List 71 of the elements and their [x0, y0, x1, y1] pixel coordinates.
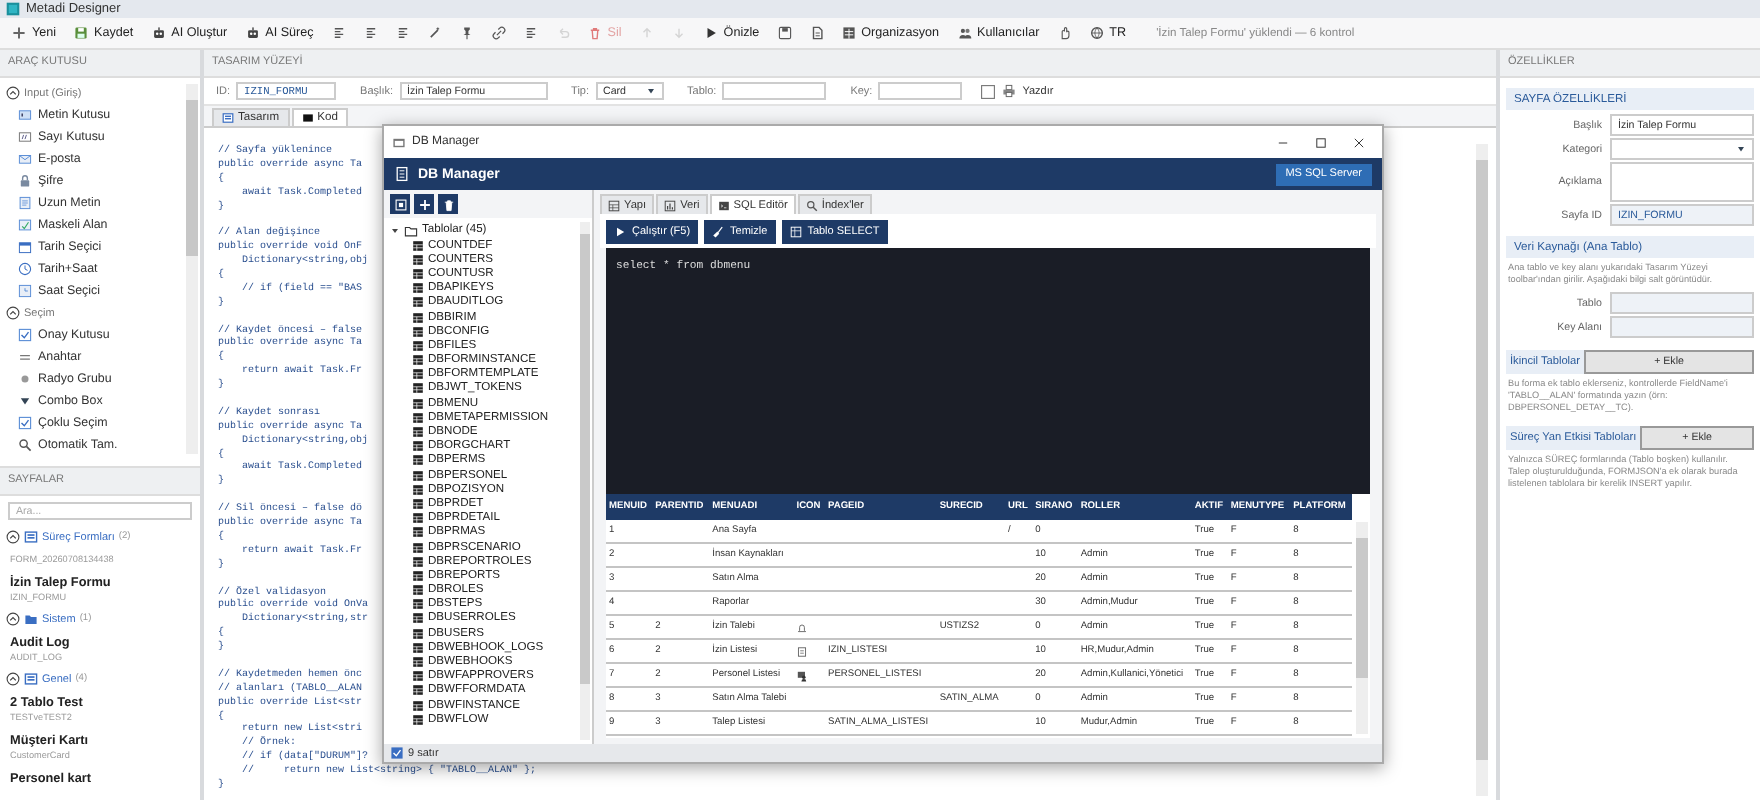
search-icon — [805, 199, 818, 211]
pin-icon[interactable] — [459, 26, 474, 40]
plus-icon — [12, 26, 26, 40]
plus-icon[interactable] — [417, 197, 431, 211]
clock-icon — [18, 262, 32, 276]
form-icon — [24, 530, 38, 544]
caret-icon[interactable] — [390, 225, 400, 235]
terminal-icon — [717, 199, 730, 211]
globe-icon — [1089, 26, 1104, 40]
list-icon — [394, 166, 410, 182]
printer-icon — [1002, 84, 1017, 98]
input-field[interactable] — [1610, 162, 1754, 202]
switch-icon — [18, 350, 32, 364]
hand-icon[interactable] — [1057, 26, 1072, 40]
link-icon[interactable] — [491, 26, 506, 40]
chart-icon — [664, 199, 677, 211]
checkbox-icon — [18, 328, 32, 342]
brush-icon — [712, 226, 725, 238]
lines-icon[interactable] — [331, 26, 346, 40]
square-icon[interactable] — [393, 197, 407, 211]
maximize-icon[interactable] — [1314, 135, 1328, 149]
radio-dot-icon — [18, 372, 32, 386]
input-field[interactable] — [878, 82, 963, 100]
envelope-icon — [18, 152, 32, 166]
table-icon — [608, 199, 620, 211]
calendar-icon — [18, 240, 32, 254]
grid-icon — [789, 226, 802, 238]
trash-icon[interactable] — [441, 197, 455, 211]
number-field-icon — [18, 130, 32, 144]
masked-field-icon — [18, 218, 32, 232]
search-icon — [18, 438, 32, 452]
window-icon — [392, 135, 406, 149]
folder-icon — [404, 223, 418, 237]
lines-icon[interactable] — [395, 26, 410, 40]
lock-icon — [18, 174, 32, 188]
lines-icon[interactable] — [363, 26, 378, 40]
logo-icon — [6, 2, 20, 16]
scrollbar[interactable] — [580, 222, 590, 740]
play-icon — [614, 226, 626, 238]
checkbox-icon — [18, 416, 32, 430]
input-field[interactable] — [722, 82, 827, 100]
scrollbar[interactable] — [1476, 144, 1488, 796]
text-field-icon — [18, 108, 32, 122]
scrollbar[interactable] — [1356, 522, 1368, 734]
org-chart-icon — [841, 26, 856, 40]
trash-icon — [587, 26, 602, 40]
triangle-icon — [645, 86, 656, 96]
folder-icon — [24, 612, 38, 626]
monitor-icon — [301, 112, 314, 124]
triangle-icon — [1736, 144, 1746, 154]
lines-icon[interactable] — [523, 26, 538, 40]
collapse-icon[interactable] — [6, 530, 20, 544]
scrollbar[interactable] — [186, 84, 198, 454]
collapse-icon[interactable] — [6, 306, 20, 320]
triangle-icon — [18, 394, 32, 408]
users-icon — [957, 26, 972, 40]
play-icon — [703, 26, 718, 40]
collapse-icon[interactable] — [6, 612, 20, 626]
input-field[interactable] — [1610, 292, 1754, 314]
close-icon[interactable] — [1352, 135, 1366, 149]
wand-icon[interactable] — [427, 26, 442, 40]
document-icon[interactable] — [809, 26, 824, 40]
document-icon — [18, 196, 32, 210]
checkbox-icon[interactable] — [980, 83, 997, 99]
collapse-icon[interactable] — [6, 86, 20, 100]
input-field[interactable] — [1610, 316, 1754, 338]
form-icon — [24, 672, 38, 686]
robot-icon — [245, 26, 260, 40]
clock-field-icon — [18, 284, 32, 298]
robot-icon — [151, 26, 166, 40]
collapse-icon[interactable] — [6, 672, 20, 686]
